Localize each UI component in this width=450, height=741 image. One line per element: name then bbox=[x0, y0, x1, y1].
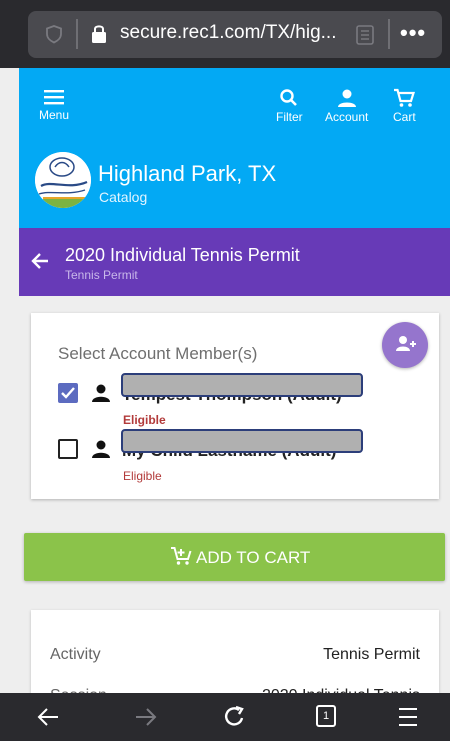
add-to-cart-button[interactable]: ADD TO CART bbox=[24, 533, 445, 581]
search-icon bbox=[280, 89, 298, 106]
menu-label: Menu bbox=[39, 108, 70, 122]
member-checkbox[interactable] bbox=[58, 439, 78, 459]
browser-url-bar-area: secure.rec1.com/TX/hig... ••• bbox=[0, 0, 450, 68]
member-option[interactable]: Tempest Thompson (Adult) Eligible bbox=[56, 373, 416, 437]
person-icon bbox=[337, 89, 356, 107]
url-text[interactable]: secure.rec1.com/TX/hig... bbox=[120, 22, 336, 44]
member-select-card: Select Account Member(s) Tempest Thompso… bbox=[31, 313, 439, 499]
select-member-heading: Select Account Member(s) bbox=[58, 344, 258, 363]
redaction-box bbox=[121, 373, 363, 397]
app-header: Menu Filter Account Cart Highland Park, … bbox=[19, 68, 450, 228]
highland-park-logo[interactable] bbox=[35, 152, 91, 208]
add-to-cart-icon bbox=[171, 547, 192, 565]
lock-icon bbox=[92, 25, 106, 43]
filter-label: Filter bbox=[276, 110, 303, 124]
more-options-icon[interactable]: ••• bbox=[400, 20, 426, 46]
url-divider bbox=[76, 19, 78, 49]
redaction-box bbox=[121, 429, 363, 453]
item-subtitle: Tennis Permit bbox=[65, 268, 138, 282]
detail-key: Activity bbox=[50, 646, 101, 663]
hamburger-icon bbox=[44, 90, 65, 105]
member-checkbox[interactable] bbox=[58, 383, 78, 403]
person-icon bbox=[92, 384, 110, 402]
brand-title: Highland Park, TX bbox=[98, 161, 277, 186]
back-icon[interactable] bbox=[36, 705, 60, 729]
item-title: 2020 Individual Tennis Permit bbox=[65, 245, 300, 265]
cart-icon bbox=[394, 88, 416, 107]
eligibility-status: Eligible bbox=[123, 413, 166, 427]
account-button[interactable]: Account bbox=[325, 88, 368, 124]
brand-subtitle: Catalog bbox=[99, 189, 148, 205]
person-icon bbox=[92, 440, 110, 458]
menu-button[interactable]: Menu bbox=[39, 88, 69, 122]
add-person-icon bbox=[396, 336, 416, 351]
filter-button[interactable]: Filter bbox=[276, 88, 303, 124]
account-label: Account bbox=[325, 110, 369, 124]
tracking-shield-icon[interactable] bbox=[44, 24, 64, 44]
cart-label: Cart bbox=[393, 110, 416, 124]
browser-toolbar: 1 bbox=[0, 693, 450, 741]
check-icon bbox=[61, 387, 75, 399]
menu-icon[interactable] bbox=[396, 705, 420, 729]
member-option[interactable]: My Child Lastname (Adult) Eligible bbox=[56, 429, 416, 493]
url-divider bbox=[388, 19, 390, 49]
add-to-cart-label: ADD TO CART bbox=[196, 548, 311, 567]
reload-icon[interactable] bbox=[223, 705, 247, 729]
add-member-button[interactable] bbox=[382, 322, 428, 368]
reader-mode-icon[interactable] bbox=[356, 25, 374, 45]
cart-button[interactable]: Cart bbox=[393, 88, 416, 124]
forward-icon[interactable] bbox=[134, 705, 158, 729]
tabs-button[interactable]: 1 bbox=[316, 705, 336, 727]
detail-row: Activity Tennis Permit bbox=[50, 646, 420, 670]
item-title-bar: 2020 Individual Tennis Permit Tennis Per… bbox=[19, 228, 450, 296]
back-arrow-icon[interactable] bbox=[31, 252, 49, 270]
eligibility-status: Eligible bbox=[123, 469, 162, 483]
detail-value: Tennis Permit bbox=[323, 646, 420, 663]
browser-url-bar[interactable]: secure.rec1.com/TX/hig... ••• bbox=[28, 11, 442, 58]
